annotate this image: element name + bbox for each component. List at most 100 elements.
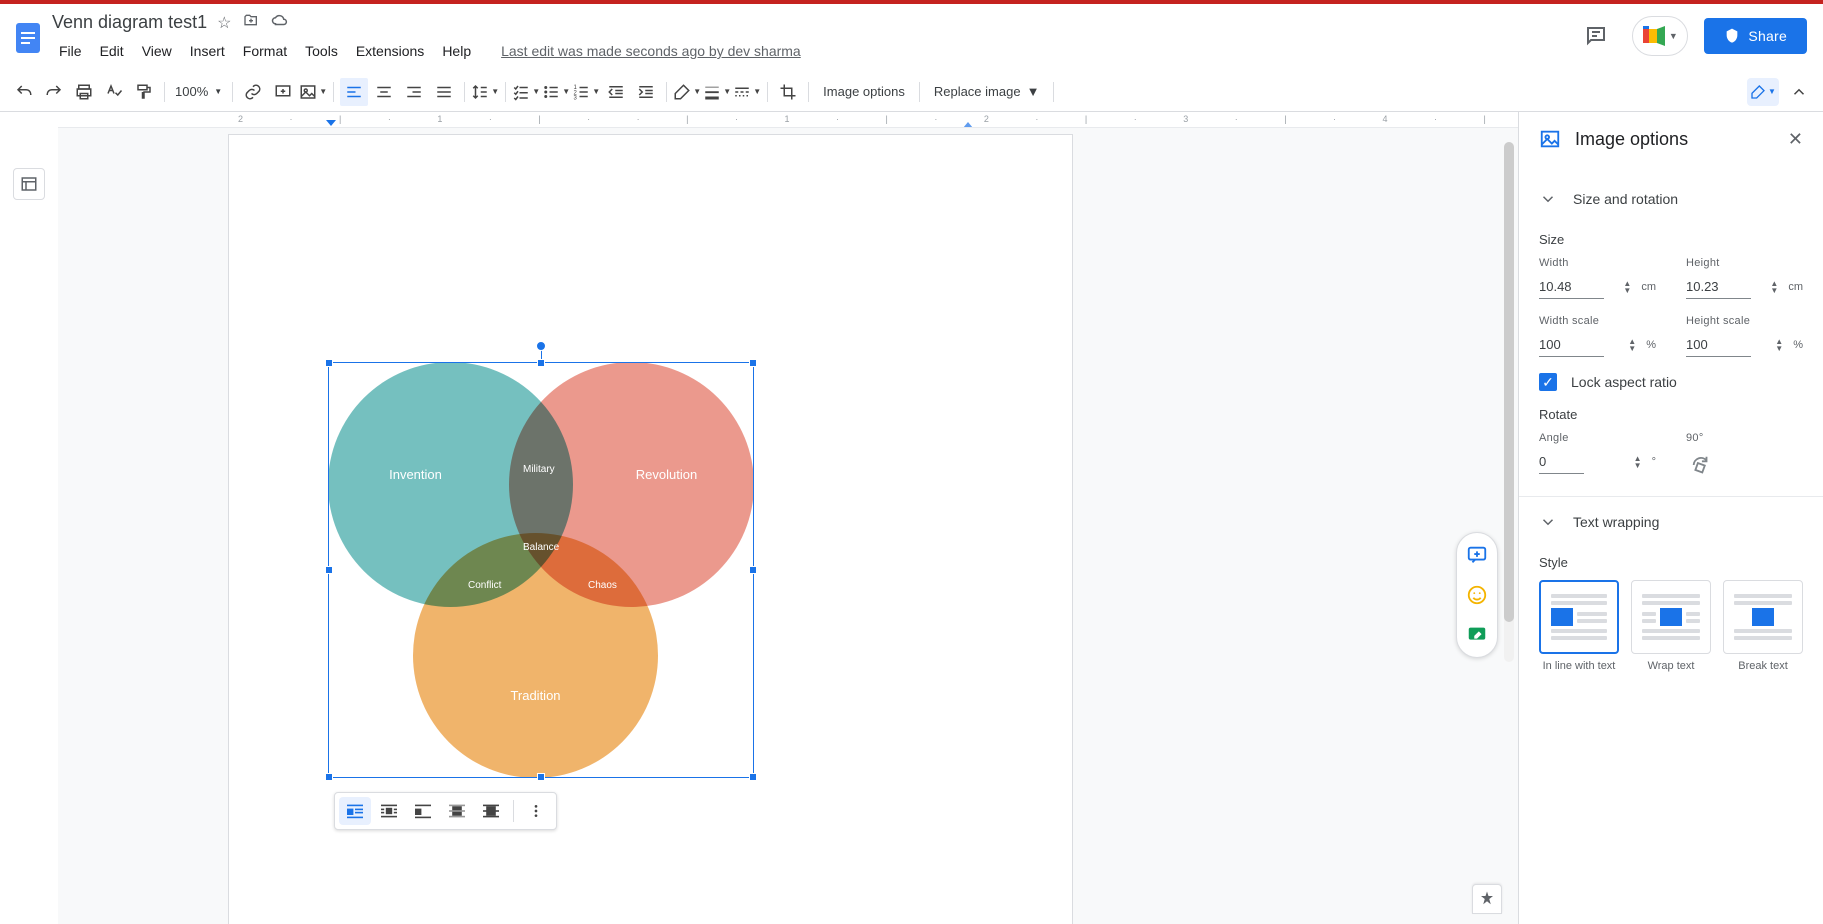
wscale-input[interactable] <box>1539 333 1604 357</box>
star-icon[interactable]: ☆ <box>217 13 231 33</box>
wrap-front-icon[interactable] <box>475 797 507 825</box>
close-panel-icon[interactable]: ✕ <box>1788 129 1803 150</box>
scrollbar[interactable] <box>1504 142 1514 662</box>
print-icon[interactable] <box>70 78 98 106</box>
redo-icon[interactable] <box>40 78 68 106</box>
menu-edit[interactable]: Edit <box>93 39 131 63</box>
comment-icon[interactable] <box>269 78 297 106</box>
border-weight-icon[interactable]: ▼ <box>703 78 731 106</box>
suggest-edit-icon[interactable] <box>1461 619 1493 651</box>
meet-button[interactable]: ▼ <box>1632 16 1688 56</box>
resize-handle-tr[interactable] <box>749 359 757 367</box>
line-spacing-icon[interactable]: ▼ <box>471 78 499 106</box>
menu-help[interactable]: Help <box>435 39 478 63</box>
comment-history-icon[interactable] <box>1576 16 1616 56</box>
numbered-list-icon[interactable]: 123▼ <box>572 78 600 106</box>
wscale-stepper[interactable]: ▲▼ <box>1628 339 1636 352</box>
wscale-label: Width scale <box>1539 315 1656 327</box>
cloud-status-icon[interactable] <box>271 13 289 32</box>
menu-file[interactable]: File <box>52 39 89 63</box>
align-justify-icon[interactable] <box>430 78 458 106</box>
editing-mode-button[interactable]: ▼ <box>1747 78 1779 106</box>
crop-icon[interactable] <box>774 78 802 106</box>
width-input[interactable] <box>1539 275 1604 299</box>
resize-handle-bl[interactable] <box>325 773 333 781</box>
hscale-stepper[interactable]: ▲▼ <box>1775 339 1783 352</box>
document-title[interactable]: Venn diagram test1 <box>52 12 207 33</box>
border-color-icon[interactable]: ▼ <box>673 78 701 106</box>
menu-tools[interactable]: Tools <box>298 39 345 63</box>
wrap-text-icon[interactable] <box>373 797 405 825</box>
height-input[interactable] <box>1686 275 1751 299</box>
section-size-rotation[interactable]: Size and rotation <box>1539 180 1803 218</box>
indent-icon[interactable] <box>632 78 660 106</box>
docs-logo-icon[interactable] <box>8 10 48 64</box>
align-left-icon[interactable] <box>340 78 368 106</box>
resize-handle-ml[interactable] <box>325 566 333 574</box>
align-center-icon[interactable] <box>370 78 398 106</box>
wrap-text-card[interactable]: Wrap text <box>1631 580 1711 672</box>
section-text-wrapping[interactable]: Text wrapping <box>1539 503 1803 541</box>
align-right-icon[interactable] <box>400 78 428 106</box>
wrap-inline-icon[interactable] <box>339 797 371 825</box>
rotate-handle[interactable] <box>536 341 546 351</box>
toolbar: 100%▼ ▼ ▼ ▼ ▼ 123▼ ▼ ▼ ▼ Image options R… <box>0 72 1823 112</box>
replace-image-button[interactable]: Replace image▼ <box>926 78 1048 106</box>
menu-extensions[interactable]: Extensions <box>349 39 431 63</box>
angle-stepper[interactable]: ▲▼ <box>1634 456 1642 469</box>
outline-toggle-icon[interactable] <box>13 168 45 200</box>
wrap-break-card[interactable]: Break text <box>1723 580 1803 672</box>
rotate-90-button[interactable] <box>1686 450 1716 480</box>
move-icon[interactable] <box>243 12 259 33</box>
lock-aspect-label: Lock aspect ratio <box>1571 374 1677 390</box>
bullet-list-icon[interactable]: ▼ <box>542 78 570 106</box>
image-options-button[interactable]: Image options <box>815 78 913 106</box>
resize-handle-bc[interactable] <box>537 773 545 781</box>
add-comment-icon[interactable] <box>1461 539 1493 571</box>
rotate-heading: Rotate <box>1539 407 1803 422</box>
outdent-icon[interactable] <box>602 78 630 106</box>
hscale-label: Height scale <box>1686 315 1803 327</box>
resize-handle-mr[interactable] <box>749 566 757 574</box>
ninety-label: 90° <box>1686 432 1803 444</box>
wrap-behind-icon[interactable] <box>441 797 473 825</box>
menu-insert[interactable]: Insert <box>183 39 232 63</box>
undo-icon[interactable] <box>10 78 38 106</box>
selection-box[interactable] <box>328 362 754 778</box>
height-stepper[interactable]: ▲▼ <box>1770 281 1778 294</box>
angle-label: Angle <box>1539 432 1656 444</box>
paint-format-icon[interactable] <box>130 78 158 106</box>
svg-text:3: 3 <box>574 95 578 101</box>
spellcheck-icon[interactable] <box>100 78 128 106</box>
checklist-icon[interactable]: ▼ <box>512 78 540 106</box>
height-label: Height <box>1686 257 1803 269</box>
size-heading: Size <box>1539 232 1803 247</box>
ruler[interactable]: 2 · | · 1 · | · · | · 1 · | · 2 · | · 3 … <box>58 112 1518 128</box>
resize-handle-tc[interactable] <box>537 359 545 367</box>
lock-aspect-checkbox[interactable]: ✓ <box>1539 373 1557 391</box>
last-edit-link[interactable]: Last edit was made seconds ago by dev sh… <box>494 39 808 63</box>
link-icon[interactable] <box>239 78 267 106</box>
share-label: Share <box>1748 28 1787 44</box>
more-options-icon[interactable] <box>520 797 552 825</box>
resize-handle-br[interactable] <box>749 773 757 781</box>
add-emoji-icon[interactable] <box>1461 579 1493 611</box>
zoom-select[interactable]: 100%▼ <box>171 84 226 99</box>
width-stepper[interactable]: ▲▼ <box>1623 281 1631 294</box>
collapse-panel-icon[interactable] <box>1785 78 1813 106</box>
image-float-toolbar <box>334 792 557 830</box>
explore-icon[interactable] <box>1472 884 1502 914</box>
menu-view[interactable]: View <box>135 39 179 63</box>
style-heading: Style <box>1539 555 1803 570</box>
canvas[interactable]: 2 · | · 1 · | · · | · 1 · | · 2 · | · 3 … <box>58 112 1518 924</box>
menu-format[interactable]: Format <box>236 39 294 63</box>
wrap-inline-card[interactable]: In line with text <box>1539 580 1619 672</box>
width-label: Width <box>1539 257 1656 269</box>
image-insert-icon[interactable]: ▼ <box>299 78 327 106</box>
share-button[interactable]: Share <box>1704 18 1807 54</box>
resize-handle-tl[interactable] <box>325 359 333 367</box>
hscale-input[interactable] <box>1686 333 1751 357</box>
wrap-break-icon[interactable] <box>407 797 439 825</box>
border-dash-icon[interactable]: ▼ <box>733 78 761 106</box>
angle-input[interactable] <box>1539 450 1584 474</box>
